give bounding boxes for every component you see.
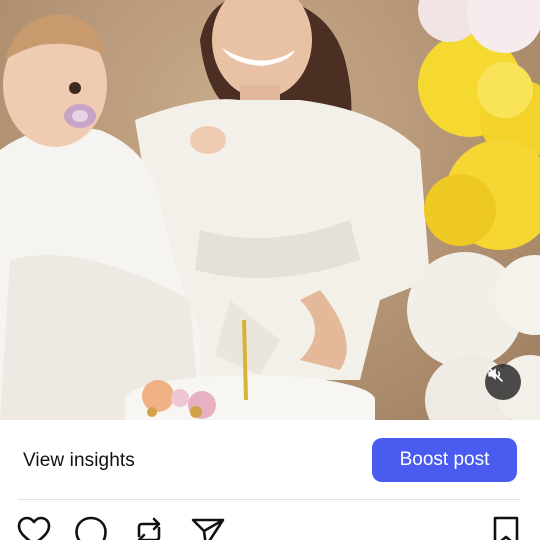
divider (18, 499, 520, 500)
boost-post-button[interactable]: Boost post (372, 438, 517, 482)
repost-icon (137, 517, 161, 540)
comment-button[interactable] (73, 514, 109, 540)
comment-icon (75, 516, 107, 540)
share-button[interactable] (190, 514, 226, 540)
send-icon (191, 518, 225, 540)
bookmark-icon (493, 516, 519, 540)
save-button[interactable] (488, 514, 524, 540)
post-photo[interactable] (0, 0, 540, 420)
like-button[interactable] (16, 514, 52, 540)
post-actions-row: View insights Boost post (0, 420, 540, 500)
heart-icon (17, 516, 51, 540)
mute-button[interactable] (485, 364, 521, 400)
repost-button[interactable] (131, 514, 167, 540)
photo-illustration (0, 0, 540, 420)
view-insights-link[interactable]: View insights (23, 450, 135, 472)
volume-muted-icon (486, 365, 504, 383)
